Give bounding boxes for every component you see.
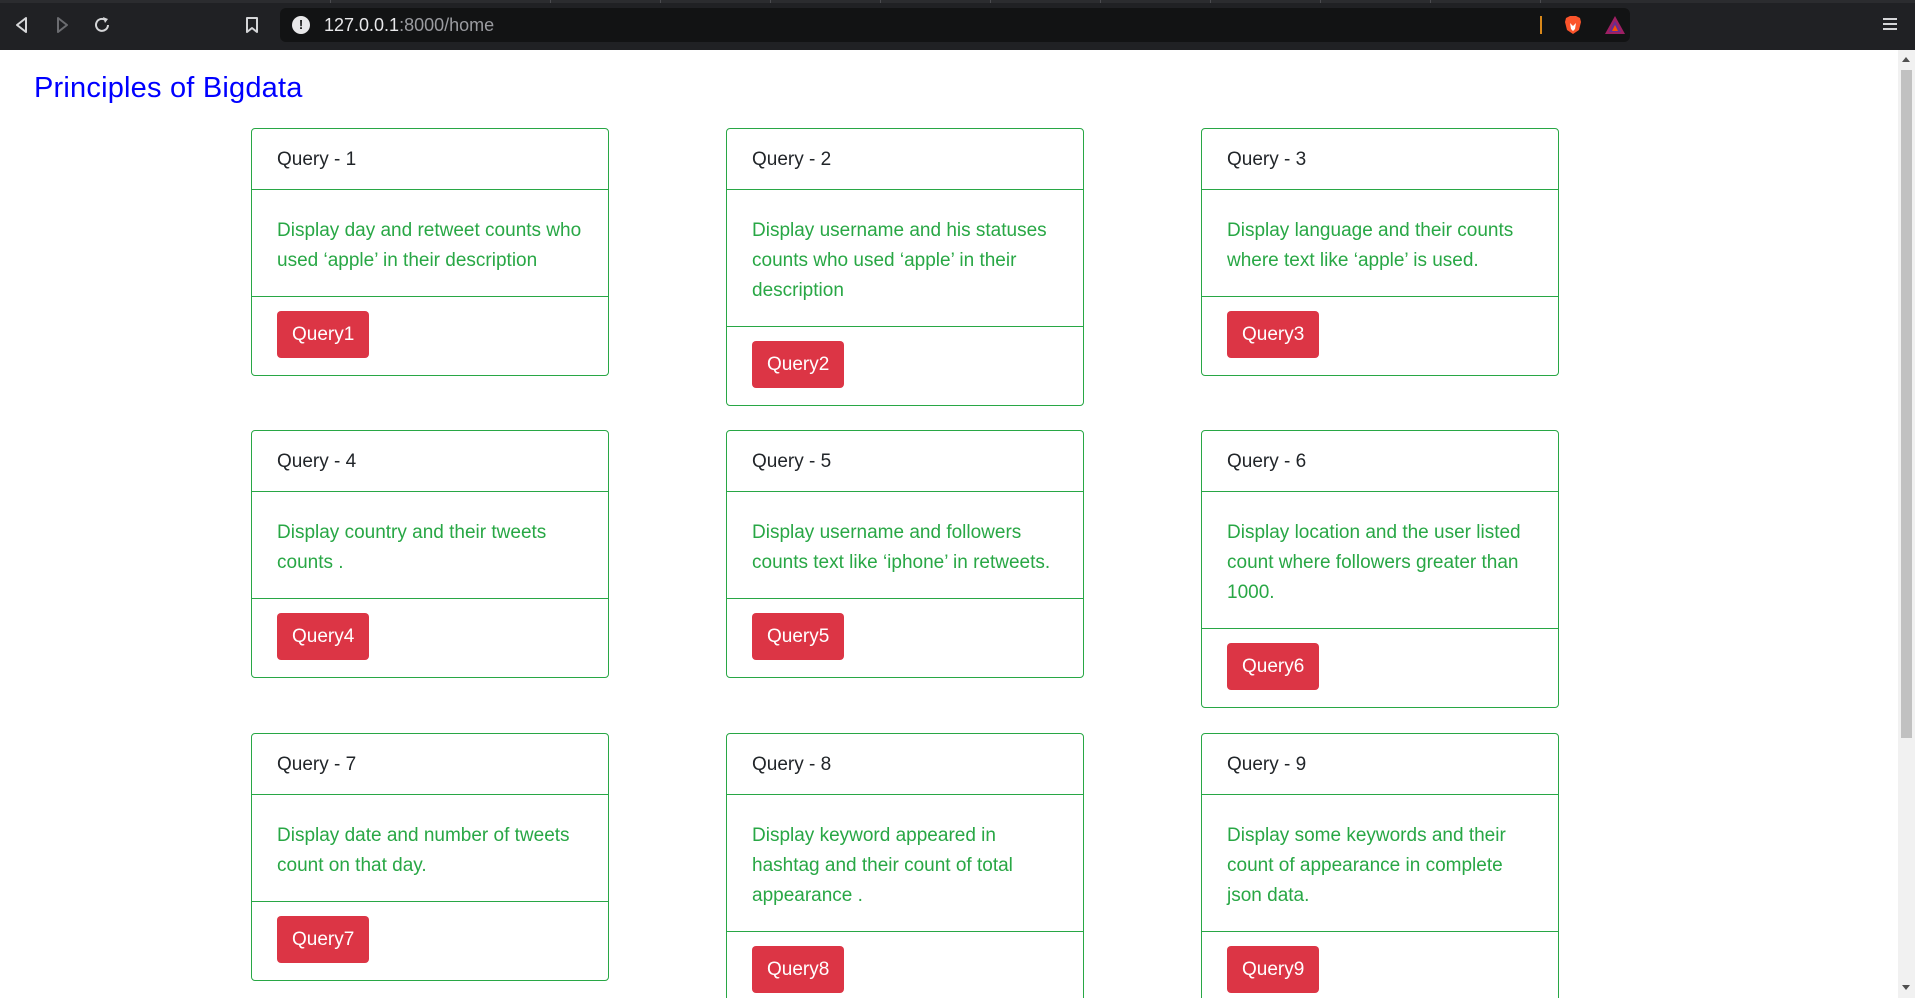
query9-button[interactable]: Query9 [1227, 946, 1320, 993]
card-footer: Query7 [252, 902, 608, 980]
query-card-3: Query - 3 Display language and their cou… [1201, 128, 1559, 376]
query7-button[interactable]: Query7 [277, 916, 370, 963]
card-description: Display some keywords and their count of… [1202, 795, 1558, 932]
query-card-6: Query - 6 Display location and the user … [1201, 430, 1559, 708]
scroll-up-arrow-icon[interactable] [1902, 57, 1910, 62]
card-footer: Query4 [252, 599, 608, 677]
card-footer: Query1 [252, 297, 608, 375]
query5-button[interactable]: Query5 [752, 613, 845, 660]
back-arrow-icon [16, 17, 27, 33]
card-header: Query - 6 [1202, 431, 1558, 492]
card-description: Display keyword appeared in hashtag and … [727, 795, 1083, 932]
card-description: Display language and their counts where … [1202, 190, 1558, 297]
card-header: Query - 9 [1202, 734, 1558, 795]
query-card-4: Query - 4 Display country and their twee… [251, 430, 609, 678]
url-divider [1540, 16, 1542, 34]
query-card-8: Query - 8 Display keyword appeared in ha… [726, 733, 1084, 998]
site-info-icon[interactable]: ! [292, 16, 310, 34]
url-text[interactable]: 127.0.0.1:8000/home [324, 16, 494, 34]
menu-button[interactable] [1880, 14, 1900, 34]
reload-icon [95, 17, 109, 32]
card-description: Display location and the user listed cou… [1202, 492, 1558, 629]
card-header: Query - 7 [252, 734, 608, 795]
bookmark-icon [246, 17, 258, 33]
card-footer: Query3 [1202, 297, 1558, 375]
card-header: Query - 4 [252, 431, 608, 492]
url-path: :8000/home [399, 15, 495, 35]
card-footer: Query9 [1202, 932, 1558, 998]
card-footer: Query6 [1202, 629, 1558, 707]
card-header: Query - 8 [727, 734, 1083, 795]
card-footer: Query2 [727, 327, 1083, 405]
card-header: Query - 2 [727, 129, 1083, 190]
card-footer: Query5 [727, 599, 1083, 677]
brave-rewards-icon[interactable] [1604, 15, 1626, 35]
card-description: Display country and their tweets counts … [252, 492, 608, 599]
card-header: Query - 1 [252, 129, 608, 190]
forward-button[interactable] [50, 13, 74, 37]
address-bar[interactable]: ! 127.0.0.1:8000/home [280, 8, 1630, 42]
query3-button[interactable]: Query3 [1227, 311, 1320, 358]
card-description: Display date and number of tweets count … [252, 795, 608, 902]
query-card-9: Query - 9 Display some keywords and thei… [1201, 733, 1559, 998]
scroll-thumb[interactable] [1901, 70, 1912, 738]
card-header: Query - 5 [727, 431, 1083, 492]
browser-toolbar: ! 127.0.0.1:8000/home [0, 0, 1915, 50]
query8-button[interactable]: Query8 [752, 946, 845, 993]
query-card-1: Query - 1 Display day and retweet counts… [251, 128, 609, 376]
card-description: Display username and his statuses counts… [727, 190, 1083, 327]
card-footer: Query8 [727, 932, 1083, 998]
reload-button[interactable] [90, 13, 114, 37]
query4-button[interactable]: Query4 [277, 613, 370, 660]
query-card-7: Query - 7 Display date and number of twe… [251, 733, 609, 981]
query6-button[interactable]: Query6 [1227, 643, 1320, 690]
page-title: Principles of Bigdata [34, 72, 303, 104]
page-scrollbar[interactable] [1898, 50, 1915, 998]
query-card-2: Query - 2 Display username and his statu… [726, 128, 1084, 406]
query1-button[interactable]: Query1 [277, 311, 370, 358]
card-description: Display username and followers counts te… [727, 492, 1083, 599]
card-header: Query - 3 [1202, 129, 1558, 190]
scroll-down-arrow-icon[interactable] [1902, 985, 1910, 990]
card-description: Display day and retweet counts who used … [252, 190, 608, 297]
query-card-5: Query - 5 Display username and followers… [726, 430, 1084, 678]
query2-button[interactable]: Query2 [752, 341, 845, 388]
page-viewport: Principles of Bigdata Query - 1 Display … [0, 50, 1898, 998]
tab-strip [0, 0, 1915, 3]
brave-shields-icon[interactable] [1562, 14, 1584, 36]
bookmark-button[interactable] [240, 13, 264, 37]
back-button[interactable] [10, 13, 34, 37]
hamburger-menu-icon [1883, 18, 1897, 30]
url-host: 127.0.0.1 [324, 15, 400, 35]
forward-arrow-icon [57, 17, 68, 33]
